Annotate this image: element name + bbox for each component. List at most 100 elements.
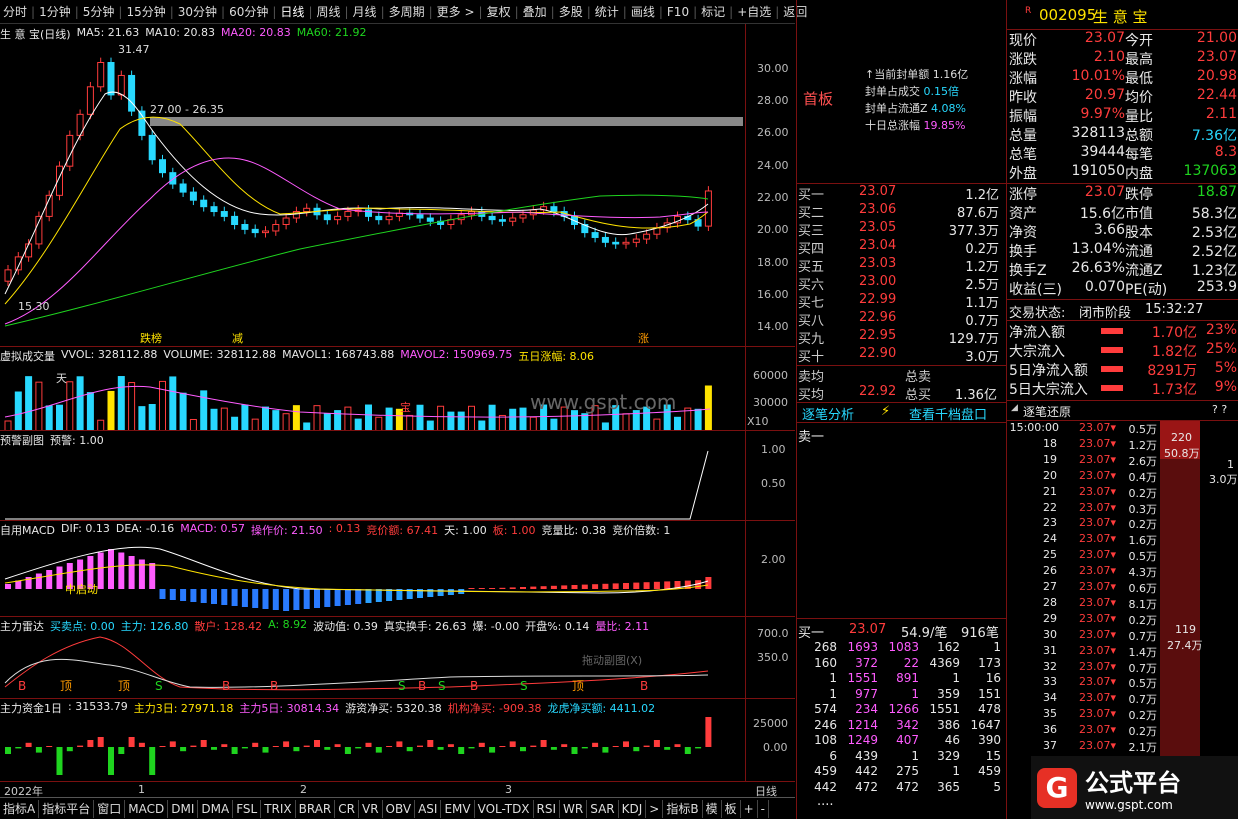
draw-button[interactable]: 画线	[628, 0, 658, 24]
queue-cell: 1	[993, 640, 1001, 654]
macd-bar	[252, 589, 259, 608]
seal-value: 19.85%	[920, 119, 966, 132]
trace-volume: 1.2万	[1128, 438, 1158, 452]
radar-axis: 700.0 350.0	[745, 617, 795, 699]
candle-body	[344, 211, 352, 217]
overlay-button[interactable]: 叠加	[520, 0, 550, 24]
trace-title-icon: ◢	[1011, 403, 1018, 413]
indicator-tab[interactable]: DMI	[168, 799, 199, 818]
tab-weekly[interactable]: 周线	[313, 0, 343, 24]
trace-price: 23.07▾	[1079, 611, 1117, 625]
fund-bar	[612, 746, 619, 747]
tab-60min[interactable]: 60分钟	[226, 0, 271, 24]
flow-pct: 5%	[1214, 360, 1237, 376]
tab-fenshi[interactable]: 分时	[0, 0, 30, 24]
indicator-tab[interactable]: OBV	[383, 799, 416, 818]
stats-button[interactable]: 统计	[592, 0, 622, 24]
fund-bar	[386, 746, 393, 747]
tab-1min[interactable]: 1分钟	[36, 0, 74, 24]
stat-label: 跌停	[1125, 187, 1153, 203]
vol-tag-tian: 天	[56, 372, 67, 385]
indicator-tab[interactable]: ASI	[415, 799, 442, 818]
indicator-tab[interactable]: KDJ	[619, 799, 647, 818]
stat-value: 2.52亿	[1191, 244, 1237, 260]
fund-bar	[375, 747, 382, 753]
mark-button[interactable]: 标记	[698, 0, 728, 24]
tab-30min[interactable]: 30分钟	[175, 0, 220, 24]
tab-5min[interactable]: 5分钟	[80, 0, 118, 24]
queue-more[interactable]: ....	[817, 794, 834, 809]
tab-monthly[interactable]: 月线	[350, 0, 380, 24]
r-flag: R	[1025, 6, 1032, 16]
fund-bar	[293, 747, 300, 752]
indicator-tab[interactable]: TRIX	[261, 799, 296, 818]
zoom-out-button[interactable]: -	[758, 799, 770, 818]
indicator-tab[interactable]: FSL	[233, 799, 262, 818]
add-watchlist-button[interactable]: +自选	[734, 0, 774, 24]
indicator-tab[interactable]: 指标B	[663, 799, 703, 818]
indicator-tab[interactable]: SAR	[587, 799, 619, 818]
indicator-tab[interactable]: BRAR	[296, 799, 336, 818]
candle-body	[4, 269, 12, 282]
multi-stock-button[interactable]: 多股	[556, 0, 586, 24]
tab-15min[interactable]: 15分钟	[123, 0, 168, 24]
fund-bar	[159, 746, 166, 747]
indicator-tab[interactable]: DMA	[198, 799, 234, 818]
radar-hint[interactable]: 拖动副图(X)	[582, 653, 642, 667]
f10-button[interactable]: F10	[664, 0, 692, 24]
indicator-tab[interactable]: 指标A	[0, 799, 40, 818]
fund-bar	[489, 747, 496, 753]
date-label: 3	[505, 783, 512, 796]
zoom-in-button[interactable]: +	[741, 799, 758, 818]
stat-value: 0.070	[1084, 279, 1125, 295]
tag-jian: 减	[232, 332, 243, 345]
tab-more[interactable]: 更多 >	[434, 0, 478, 24]
indicator-tab[interactable]: VR	[359, 799, 383, 818]
queue-cell: 442	[855, 764, 878, 778]
fund-bar	[128, 737, 135, 747]
warning-chart[interactable]	[0, 431, 745, 521]
indicator-tab[interactable]: 指标平台	[39, 799, 95, 818]
radar-marker: B	[270, 679, 278, 693]
fuquan-button[interactable]: 复权	[484, 0, 514, 24]
queue-cell: 1	[952, 764, 960, 778]
fund-bar	[324, 747, 331, 750]
macd-bar	[5, 584, 11, 589]
volume-chart[interactable]: www.gspt.com 天 宝	[0, 347, 745, 431]
indicator-tab[interactable]: CR	[335, 799, 359, 818]
fund-chart[interactable]	[0, 699, 745, 782]
warning-axis: 1.00 0.50	[745, 431, 795, 521]
candle-body	[282, 217, 290, 226]
indicator-more[interactable]: >	[646, 799, 664, 818]
tab-daily[interactable]: 日线	[277, 0, 307, 24]
indicator-tab[interactable]: EMV	[441, 799, 475, 818]
tab-thousand-depth[interactable]: 查看千档盘口	[909, 404, 987, 423]
status-value: 闭市阶段	[1079, 306, 1132, 321]
tab-multi-period[interactable]: 多周期	[386, 0, 428, 24]
bid-volume: 87.6万	[957, 206, 999, 221]
trace-help[interactable]: ? ?	[1212, 403, 1227, 416]
indicator-tab[interactable]: 模	[703, 799, 722, 818]
volume-bar	[457, 411, 465, 431]
trace-bar1-b: 50.8万	[1164, 447, 1200, 460]
indicator-tab[interactable]: 窗口	[94, 799, 126, 818]
fund-bar	[35, 747, 42, 753]
indicator-tab[interactable]: 板	[722, 799, 741, 818]
volume-bar	[35, 381, 43, 431]
date-label: 1	[138, 783, 145, 796]
radar-chart[interactable]: 拖动副图(X) B顶顶SBBSBSBS顶B	[0, 617, 745, 699]
indicator-tab[interactable]: RSI	[534, 799, 561, 818]
indicator-tab[interactable]: VOL-TDX	[475, 799, 534, 818]
macd-bar	[437, 589, 444, 596]
indicator-tab[interactable]: WR	[560, 799, 588, 818]
kline-chart[interactable]: 27.00 - 26.35 31.47 15.30 跌榜 减 涨	[0, 24, 745, 346]
quote-value: 21.00	[1196, 30, 1237, 46]
quote-value: 22.44	[1196, 87, 1237, 103]
indicator-tab[interactable]: MACD	[125, 799, 169, 818]
queue-cell: 1083	[888, 640, 919, 654]
trace-volume: 0.7万	[1128, 629, 1158, 643]
trace-title: 逐笔还原	[1023, 405, 1072, 419]
tab-tick-analysis[interactable]: 逐笔分析	[802, 404, 854, 423]
fund-bar	[344, 747, 351, 754]
macd-chart[interactable]: 中启动	[0, 521, 745, 617]
